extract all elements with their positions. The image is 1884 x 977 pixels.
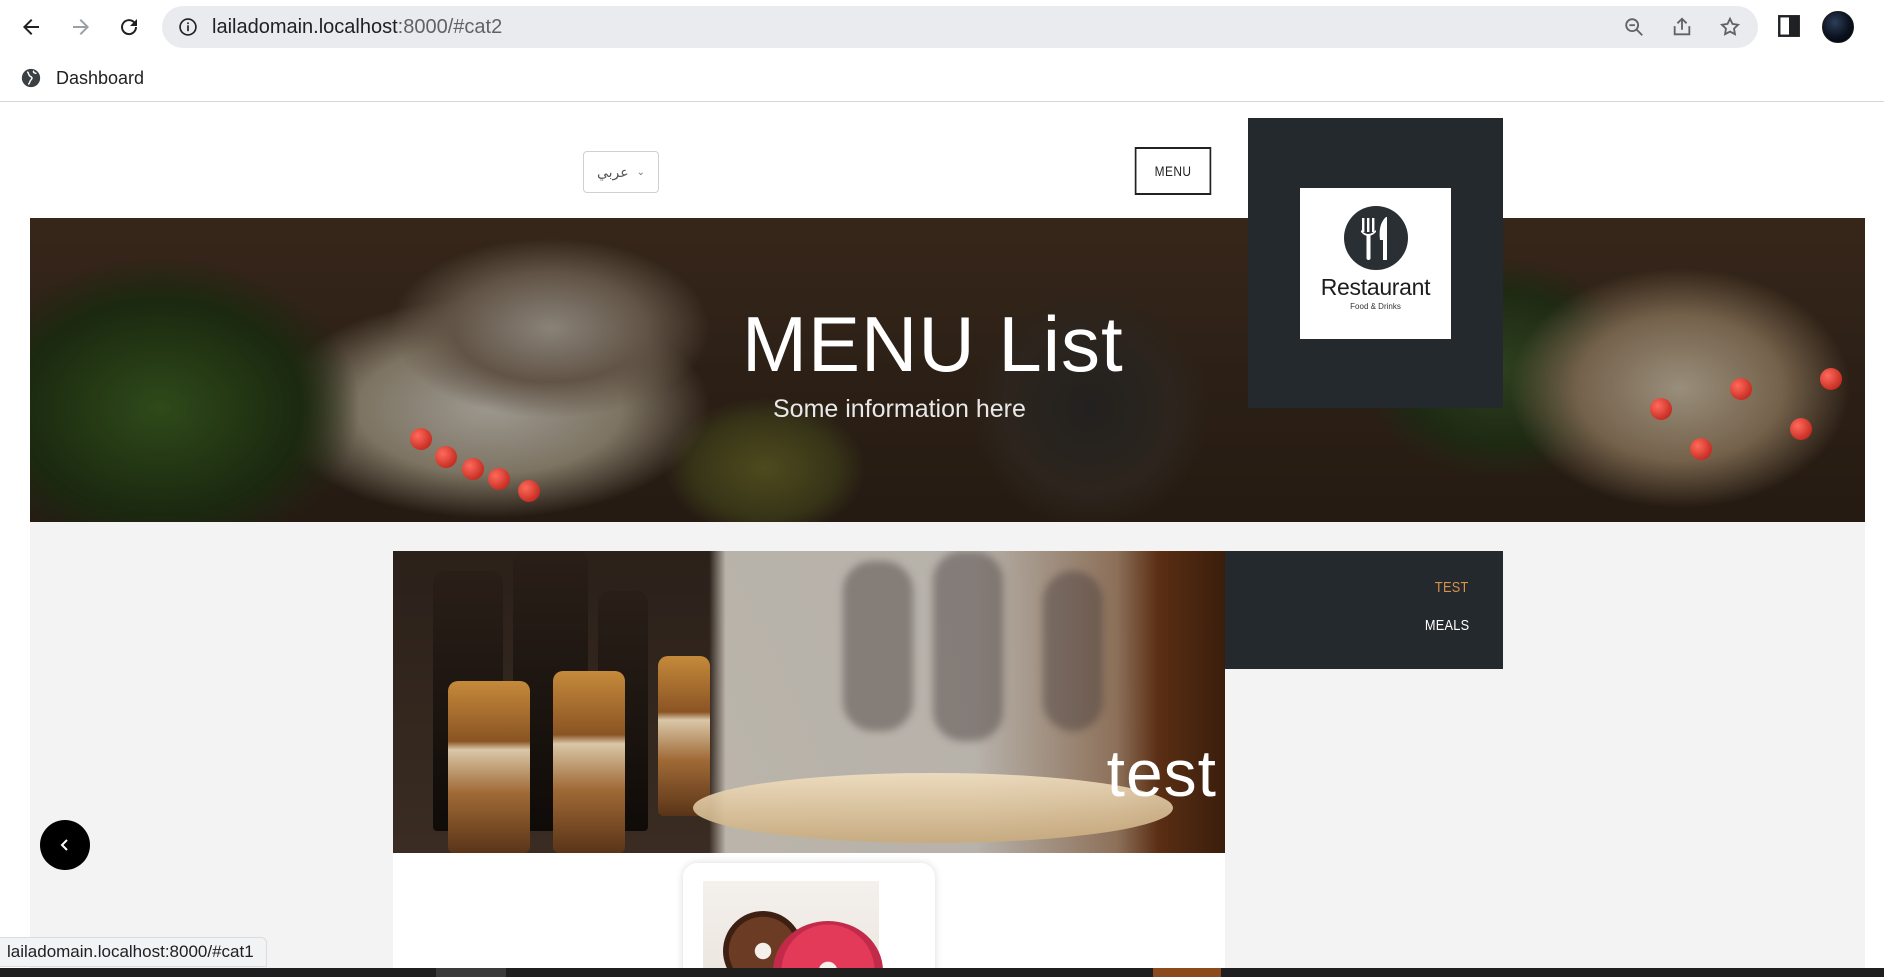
logo-panel: Restaurant Food & Drinks	[1248, 118, 1503, 408]
status-bar-url: lailadomain.localhost:8000/#cat1	[0, 937, 267, 967]
category-nav: TEST MEALS	[1225, 551, 1503, 669]
address-bar[interactable]: lailadomain.localhost:8000/#cat2	[162, 6, 1758, 48]
restaurant-page: عربي ⌄ MENU MENU List Some information h…	[0, 103, 1884, 977]
forward-button[interactable]	[64, 10, 98, 44]
bookmark-dashboard[interactable]: Dashboard	[20, 62, 144, 94]
fork-knife-icon	[1343, 206, 1408, 270]
browser-toolbar: lailadomain.localhost:8000/#cat2	[0, 0, 1884, 54]
reload-icon	[121, 19, 138, 36]
chevron-down-icon: ⌄	[636, 166, 646, 178]
restaurant-logo[interactable]: Restaurant Food & Drinks	[1300, 188, 1451, 339]
prev-slide-button[interactable]	[40, 820, 90, 870]
menu-item-card[interactable]	[683, 863, 935, 977]
bookmark-star-icon[interactable]	[1718, 15, 1742, 39]
chevron-left-icon	[60, 839, 68, 851]
bookmark-label: Dashboard	[56, 67, 145, 88]
feature-title: test	[1106, 736, 1217, 810]
menu-item-image	[703, 881, 883, 977]
logo-name: Restaurant	[1320, 274, 1431, 300]
arrow-right-icon	[73, 19, 89, 35]
category-link-test[interactable]: TEST	[1435, 579, 1469, 596]
url-text: lailadomain.localhost:8000/#cat2	[212, 6, 502, 48]
side-panel-icon[interactable]	[1776, 13, 1802, 39]
profile-avatar[interactable]	[1822, 11, 1854, 43]
share-icon[interactable]	[1670, 15, 1694, 39]
bookmarks-bar: Dashboard	[0, 54, 1884, 102]
logo-tagline: Food & Drinks	[1350, 302, 1401, 311]
bottom-strip	[0, 968, 1884, 977]
url-path: :8000/#cat2	[397, 16, 503, 38]
category-link-meals[interactable]: MEALS	[1424, 617, 1469, 634]
category-feature-image: test	[393, 551, 1225, 853]
url-host: lailadomain.localhost	[212, 16, 398, 38]
language-select[interactable]: عربي ⌄	[583, 151, 659, 193]
language-selected-value: عربي	[596, 163, 629, 180]
reload-button[interactable]	[112, 10, 146, 44]
globe-icon	[21, 68, 41, 88]
hero-title: MENU List	[742, 300, 1124, 388]
hero-subtitle: Some information here	[773, 395, 1026, 423]
zoom-icon[interactable]	[1622, 15, 1646, 39]
arrow-left-icon	[23, 19, 39, 35]
site-info-icon[interactable]	[178, 17, 198, 37]
back-button[interactable]	[14, 10, 48, 44]
menu-items-area	[393, 853, 1225, 977]
menu-button[interactable]: MENU	[1134, 147, 1212, 195]
